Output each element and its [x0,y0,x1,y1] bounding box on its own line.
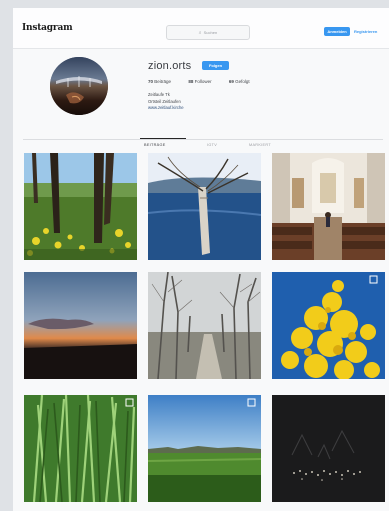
bio-link[interactable]: www.zeitlauf.kirche [148,105,184,112]
grid-post[interactable] [148,395,261,502]
search-input[interactable]: ⌕ Suchen [166,25,250,40]
instagram-profile-page: Instagram ⌕Suchen Anmelden Registrieren [13,8,389,511]
grid-post[interactable] [24,153,137,260]
grid-post[interactable] [272,153,385,260]
avatar[interactable] [50,57,108,115]
active-tab-indicator [140,138,186,139]
grid-post[interactable] [148,153,261,260]
login-button[interactable]: Anmelden [324,27,350,36]
tab-igtv[interactable]: IGTV [207,143,217,147]
followers-count[interactable]: 88 Follower [188,79,219,84]
signup-link[interactable]: Registrieren [354,27,377,36]
following-count[interactable]: 69 Gefolgt [229,79,258,84]
tab-tagged[interactable]: Markiert [249,143,271,147]
profile-bio: Zeitlaufe Tk Ortsteil Zeitlaufen www.zei… [148,92,184,112]
grid-post[interactable] [24,272,137,379]
follow-button[interactable]: Folgen [202,61,229,70]
tab-posts[interactable]: Beiträge [144,143,166,147]
grid-post[interactable] [24,395,137,502]
grid-post[interactable] [148,272,261,379]
profile-username: zion.orts [148,60,192,72]
profile-stats: 70 Beiträge 88 Follower 69 Gefolgt [148,79,266,84]
posts-count: 70 Beiträge [148,79,172,84]
grid-post[interactable] [272,395,385,502]
search-placeholder: Suchen [203,30,218,35]
tabs-divider [23,139,383,140]
instagram-logo[interactable]: Instagram [22,23,73,33]
grid-post[interactable] [272,272,385,379]
top-navigation-bar: Instagram ⌕ Suchen Anmelden Registrieren [13,8,389,49]
search-icon: ⌕ [198,30,202,36]
